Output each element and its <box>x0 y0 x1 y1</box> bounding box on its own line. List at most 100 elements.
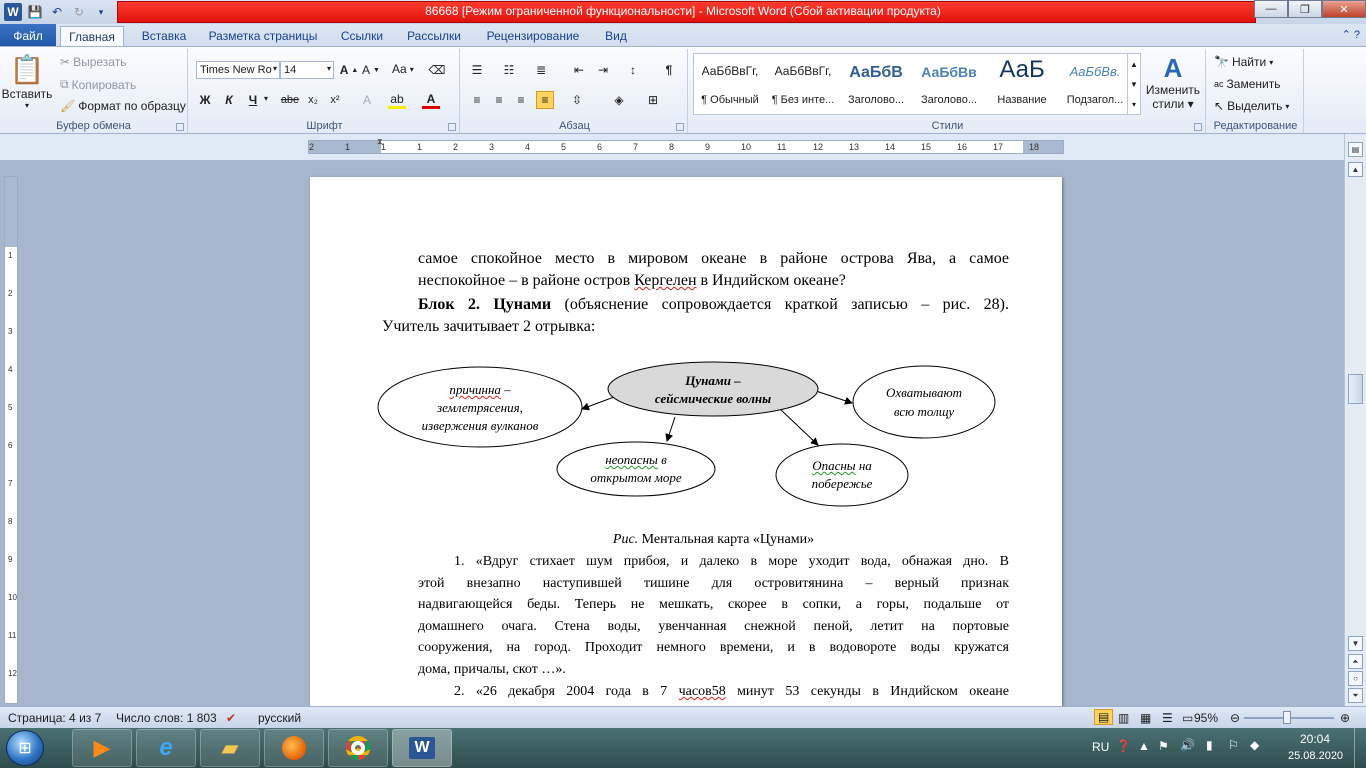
action-center-icon[interactable]: ⚐ <box>1228 738 1239 752</box>
indent-marker[interactable]: ⧗ <box>377 137 383 147</box>
justify-icon[interactable]: ≡ <box>536 91 554 109</box>
format-painter-button[interactable]: 🖌 Формат по образцу <box>60 99 186 113</box>
shading-icon[interactable]: ◈ <box>610 91 628 109</box>
multilevel-list-icon[interactable]: ≣ <box>532 61 550 79</box>
superscript-button[interactable]: x² <box>326 91 344 109</box>
bold-button[interactable]: Ж <box>196 91 214 109</box>
style-subtitle[interactable]: АаБбВв. Подзагол... <box>1059 54 1131 114</box>
font-color-icon[interactable]: A <box>422 91 440 109</box>
grow-font-icon[interactable]: A ▲ <box>340 61 359 79</box>
web-layout-icon[interactable]: ▦ <box>1140 711 1151 725</box>
zoom-level[interactable]: 95% <box>1194 711 1218 725</box>
more-styles-icon[interactable]: ▾ <box>1132 100 1136 109</box>
horizontal-ruler[interactable]: 2 1 1 1 2 3 4 5 6 7 8 9 10 11 12 13 14 15 16 17 18 ⧗ <box>0 134 1366 160</box>
next-page-button[interactable]: ⏷ <box>1348 688 1363 703</box>
borders-icon[interactable]: ⊞ <box>644 91 662 109</box>
change-styles-button[interactable]: A Изменить стили ▾ <box>1144 53 1202 111</box>
sort-icon[interactable]: ↕ <box>624 61 642 79</box>
ruler-strip[interactable]: 2 1 1 1 2 3 4 5 6 7 8 9 10 11 12 13 14 15 16 17 18 ⧗ <box>308 137 1064 154</box>
taskbar-firefox[interactable] <box>264 729 324 767</box>
clock-date[interactable]: 25.08.2020 <box>1288 750 1343 762</box>
page-count[interactable]: Страница: 4 из 7 <box>8 711 101 725</box>
align-center-icon[interactable]: ≡ <box>490 91 508 109</box>
battery-icon[interactable]: ▮ <box>1206 738 1213 752</box>
outline-icon[interactable]: ☰ <box>1162 711 1173 725</box>
taskbar-media-player[interactable]: ▶ <box>72 729 132 767</box>
underline-button[interactable]: Ч <box>244 91 262 109</box>
line-spacing-icon[interactable]: ⇳ <box>568 91 586 109</box>
strikethrough-button[interactable]: abe <box>278 91 302 109</box>
text-effects-icon[interactable]: A <box>358 91 376 109</box>
bullets-icon[interactable]: ☰ <box>468 61 486 79</box>
styles-dialog-launcher[interactable] <box>1194 123 1202 131</box>
full-screen-reading-icon[interactable]: ▥ <box>1118 711 1129 725</box>
proofing-icon[interactable]: ✔ <box>226 711 236 725</box>
taskbar-internet-explorer[interactable]: e <box>136 729 196 767</box>
style-heading-1[interactable]: АаБбВ Заголово... <box>840 54 912 114</box>
browse-object-button[interactable]: ○ <box>1348 671 1363 686</box>
vertical-ruler[interactable]: 1 2 3 4 5 6 7 8 9 10 11 12 <box>4 176 18 704</box>
decrease-indent-icon[interactable]: ⇤ <box>570 61 588 79</box>
tab-review[interactable]: Рецензирование <box>478 26 588 46</box>
show-marks-icon[interactable]: ¶ <box>660 61 678 79</box>
help-icon[interactable]: ❓ <box>1116 739 1131 753</box>
network-icon[interactable]: ⚑ <box>1158 739 1169 753</box>
find-button[interactable]: 🔭 Найти ▾ <box>1214 55 1273 69</box>
language[interactable]: русский <box>258 711 301 725</box>
chevron-down-icon[interactable]: ▾ <box>264 94 268 103</box>
keyboard-language[interactable]: RU <box>1092 740 1109 754</box>
scroll-thumb[interactable] <box>1348 374 1363 404</box>
style-normal[interactable]: АаБбВвГг, ¶ Обычный <box>694 54 766 114</box>
close-button[interactable]: ✕ <box>1322 0 1366 18</box>
highlight-icon[interactable]: ab <box>388 91 406 109</box>
tab-insert[interactable]: Вставка <box>134 26 194 46</box>
start-button[interactable]: ⊞ <box>6 730 44 766</box>
taskbar-word[interactable]: W <box>392 729 452 767</box>
taskbar-chrome[interactable] <box>328 729 388 767</box>
zoom-slider-thumb[interactable] <box>1282 711 1291 724</box>
replace-button[interactable]: ac Заменить <box>1214 77 1280 91</box>
chevron-up-icon[interactable]: ▲ <box>1130 60 1138 69</box>
shrink-font-icon[interactable]: A ▼ <box>362 61 380 79</box>
document-page[interactable]: самое спокойное место в мировом океане в… <box>310 177 1062 706</box>
clear-formatting-icon[interactable]: ⌫ <box>428 61 446 79</box>
select-button[interactable]: ↖ Выделить ▾ <box>1214 99 1289 113</box>
font-size-box[interactable]: 14 ▾ <box>280 61 334 79</box>
change-case-button[interactable]: Aa ▾ <box>392 62 414 76</box>
tab-page-layout[interactable]: Разметка страницы <box>202 26 324 46</box>
paragraph-dialog-launcher[interactable] <box>676 123 684 131</box>
scroll-down-button[interactable]: ▼ <box>1348 636 1363 651</box>
print-layout-icon[interactable]: ▤ <box>1094 709 1114 725</box>
show-hidden-icons[interactable]: ▲ <box>1138 739 1150 753</box>
previous-page-button[interactable]: ⏶ <box>1348 654 1363 669</box>
volume-icon[interactable]: 🔊 <box>1180 738 1195 752</box>
show-desktop-button[interactable] <box>1354 728 1366 768</box>
taskbar-file-explorer[interactable]: ▰ <box>200 729 260 767</box>
cut-button[interactable]: ✂ Вырезать <box>60 55 126 69</box>
chevron-down-icon[interactable]: ▼ <box>1130 80 1138 89</box>
align-left-icon[interactable]: ≡ <box>468 91 486 109</box>
paste-button[interactable]: 📋 Вставить ▾ <box>2 53 53 110</box>
tab-view[interactable]: Вид <box>596 26 636 46</box>
scroll-up-button[interactable]: ▲ <box>1348 162 1363 177</box>
styles-scroll[interactable]: ▲ ▼ ▾ <box>1127 54 1140 114</box>
clipboard-dialog-launcher[interactable] <box>176 123 184 131</box>
copy-button[interactable]: ⧉ Копировать <box>60 77 136 92</box>
tab-home[interactable]: Главная <box>60 26 124 46</box>
vertical-scrollbar[interactable]: ▤ ▲ ▼ ⏶ ○ ⏷ <box>1344 134 1366 706</box>
tab-mailings[interactable]: Рассылки <box>398 26 470 46</box>
zoom-in-icon[interactable]: ⊕ <box>1340 711 1350 725</box>
tray-app-icon[interactable]: ◆ <box>1250 738 1259 752</box>
ruler-toggle-button[interactable]: ▤ <box>1348 142 1363 157</box>
italic-button[interactable]: К <box>220 91 238 109</box>
tab-references[interactable]: Ссылки <box>334 26 390 46</box>
numbering-icon[interactable]: ☷ <box>500 61 518 79</box>
subscript-button[interactable]: x₂ <box>304 91 322 109</box>
zoom-out-icon[interactable]: ⊖ <box>1230 711 1240 725</box>
restore-button[interactable]: ❐ <box>1288 0 1322 18</box>
style-heading-2[interactable]: АаБбВв Заголово... <box>913 54 985 114</box>
ribbon-minimize-icon[interactable]: ⌃ ? <box>1342 28 1360 41</box>
tab-file[interactable]: Файл <box>0 24 56 46</box>
increase-indent-icon[interactable]: ⇥ <box>594 61 612 79</box>
style-no-spacing[interactable]: АаБбВвГг, ¶ Без инте... <box>767 54 839 114</box>
